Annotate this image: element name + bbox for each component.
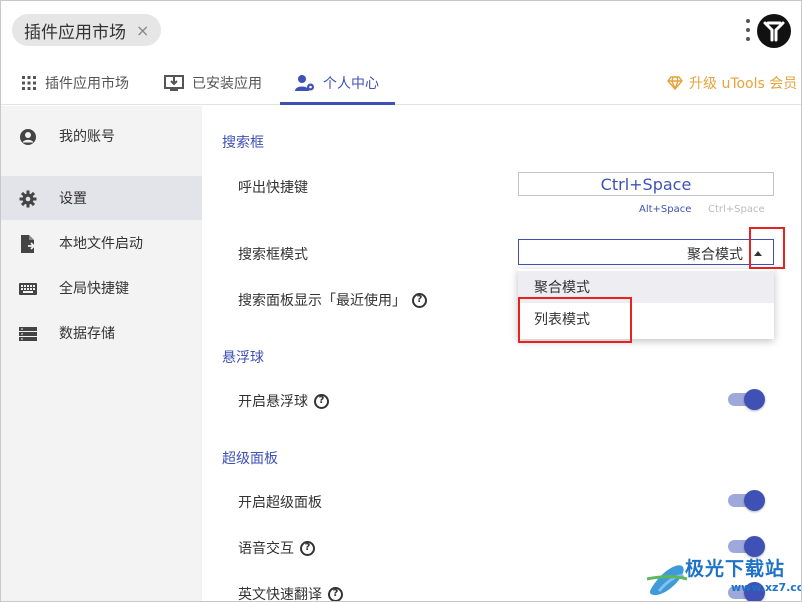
translate-row: 英文快速翻译 ? [238,584,343,602]
search-mode-select[interactable]: 聚合模式 [518,239,774,265]
hotkey-label-text: 呼出快捷键 [238,180,308,196]
top-tabs: 插件应用市场 已安装应用 个人中心 升级 uTools 会员 [1,61,801,105]
voice-label: 语音交互 [238,541,294,557]
file-launch-icon [21,235,36,253]
tab-label: 个人中心 [323,76,379,92]
sidebar-item-hotkeys[interactable]: 全局快捷键 [1,266,202,310]
sidebar-item-label: 本地文件启动 [59,236,143,252]
help-icon[interactable]: ? [328,586,343,601]
upgrade-link[interactable]: 升级 uTools 会员 [667,61,797,105]
section-title-super-panel: 超级面板 [222,451,278,467]
watermark-text: 极光下载站 [685,558,786,580]
recent-usage-row: 搜索面板显示「最近使用」 ? [238,290,427,310]
search-mode-selected-value: 聚合模式 [687,247,743,263]
keyboard-icon [19,283,37,295]
account-icon [20,129,36,145]
super-panel-row: 开启超级面板 [238,492,322,512]
user-settings-icon [295,75,314,91]
super-panel-toggle[interactable] [728,489,766,511]
tab-label: 插件应用市场 [45,76,129,92]
sidebar-item-settings[interactable]: 设置 [1,176,202,220]
highlight-box-arrow [749,227,785,269]
diamond-icon [667,76,683,90]
close-icon[interactable]: × [136,21,149,40]
active-tab-indicator [280,102,395,105]
toggle-thumb [744,389,765,410]
watermark-url: www.xz7.com [731,581,801,594]
tab-label: 已安装应用 [192,76,262,92]
highlight-box-list-mode [518,297,632,343]
sidebar-item-label: 设置 [59,191,87,207]
sidebar: 我的账号 设置 本地文件启动 全局快捷键 数据存储 [1,106,202,601]
toggle-thumb [744,490,765,511]
search-mode-label: 搜索框模式 [238,244,308,264]
sidebar-item-label: 全局快捷键 [59,281,129,297]
open-plugin-chip[interactable]: 插件应用市场 × [12,14,162,46]
search-mode-label-text: 搜索框模式 [238,247,308,263]
translate-label: 英文快速翻译 [238,587,322,602]
hotkey-label: 呼出快捷键 [238,177,308,197]
recent-usage-label: 搜索面板显示「最近使用」 [238,293,406,309]
app-window: 插件应用市场 × 插件应用市场 已安装应用 个人中心 升级 uTools 会员 … [0,0,802,602]
help-icon[interactable]: ? [314,393,329,409]
super-panel-label: 开启超级面板 [238,495,322,511]
tab-plugin-market[interactable]: 插件应用市场 [21,61,129,105]
section-title-float-ball: 悬浮球 [222,350,264,366]
sidebar-item-file-launch[interactable]: 本地文件启动 [1,221,202,265]
gear-icon [19,190,37,208]
storage-icon [19,327,37,341]
hotkey-value: Ctrl+Space [600,174,692,194]
open-plugin-chip-label: 插件应用市场 [24,22,126,43]
sidebar-item-storage[interactable]: 数据存储 [1,311,202,355]
upgrade-label: 升级 uTools 会员 [689,76,798,92]
voice-row: 语音交互 ? [238,538,315,558]
sidebar-item-label: 数据存储 [59,326,115,342]
more-menu-icon[interactable] [742,19,754,41]
grid-icon [22,76,36,90]
hotkey-preset-ctrl-space[interactable]: Ctrl+Space [708,204,765,215]
utools-logo-icon[interactable] [756,13,792,49]
hotkey-preset-alt-space[interactable]: Alt+Space [639,204,691,215]
tab-personal-center[interactable]: 个人中心 [295,61,379,105]
installed-icon [164,75,184,91]
sidebar-item-account[interactable]: 我的账号 [1,114,202,158]
hotkey-input[interactable]: Ctrl+Space [518,172,774,196]
sidebar-item-label: 我的账号 [59,129,115,145]
help-icon[interactable]: ? [300,540,315,556]
section-title-search: 搜索框 [222,135,264,151]
float-ball-row: 开启悬浮球 ? [238,391,329,411]
tab-installed[interactable]: 已安装应用 [164,61,262,105]
help-icon[interactable]: ? [412,292,427,308]
float-ball-toggle[interactable] [728,388,766,410]
float-ball-label: 开启悬浮球 [238,394,308,410]
